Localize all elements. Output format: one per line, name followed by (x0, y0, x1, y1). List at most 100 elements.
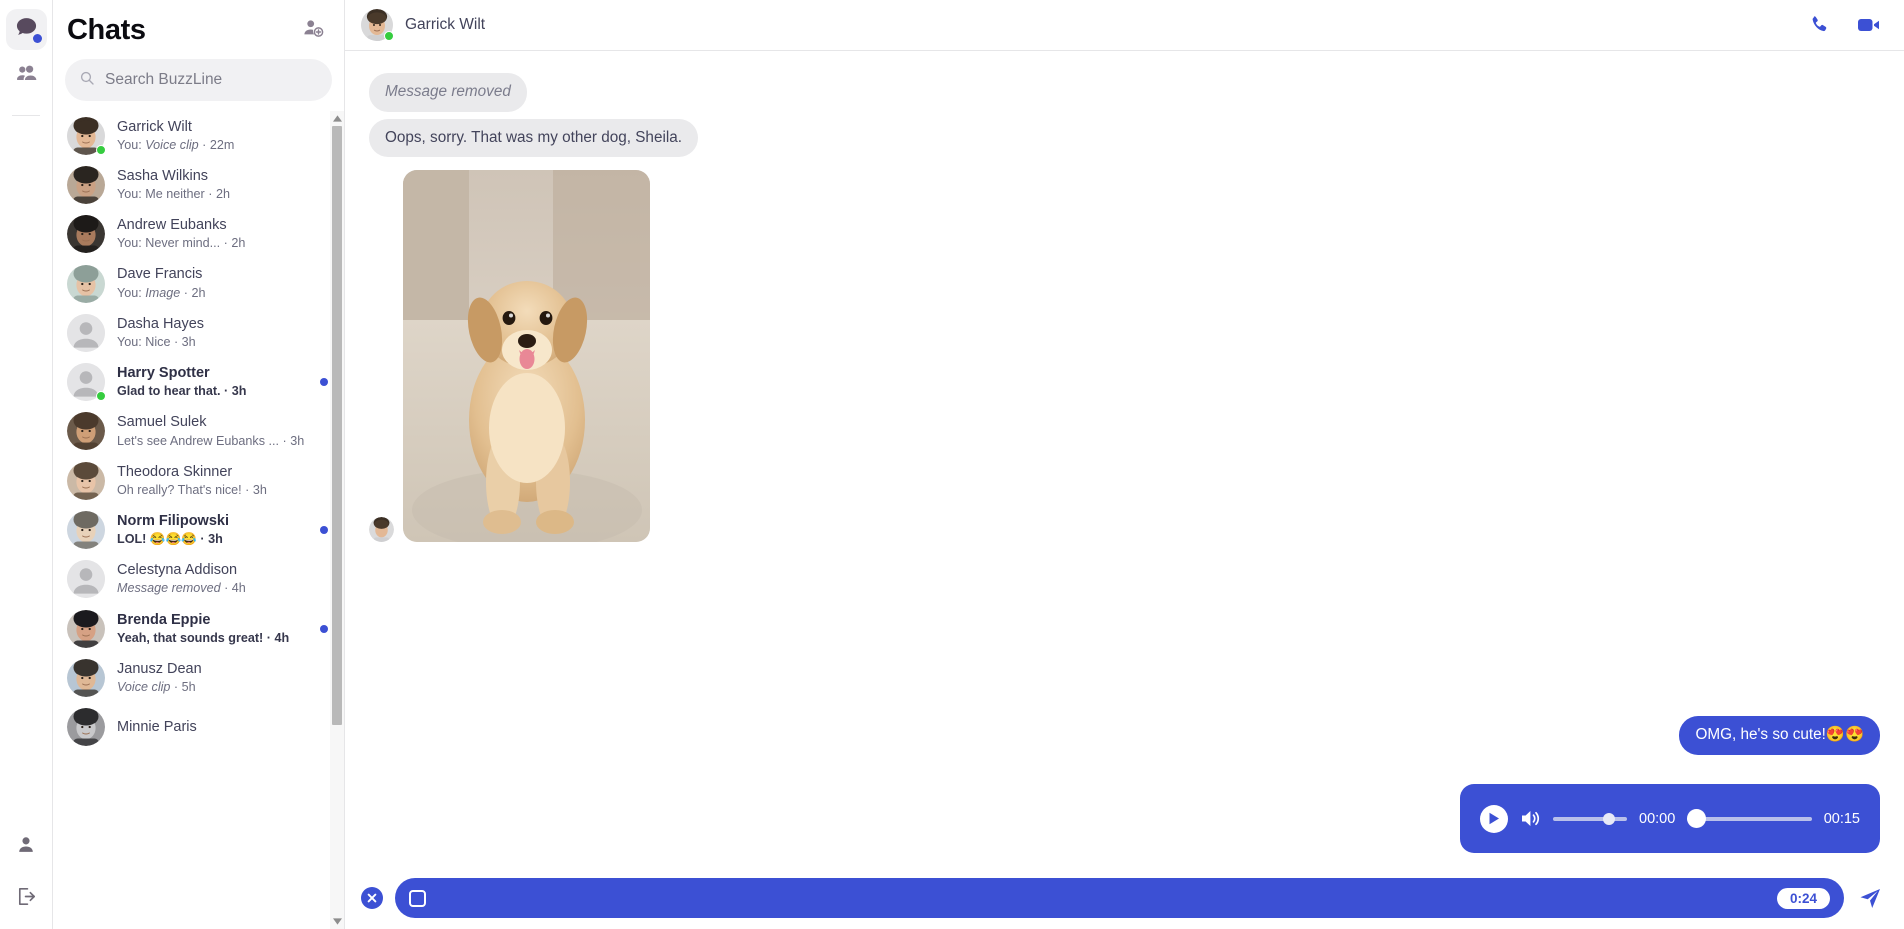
scrollbar-thumb[interactable] (332, 126, 342, 725)
phone-icon[interactable] (1808, 14, 1830, 36)
thread-text: Dasha Hayes You: Nice · 3h (117, 315, 330, 351)
thread-contact-name: Samuel Sulek (117, 414, 207, 431)
avatar (67, 658, 105, 697)
close-circle-icon[interactable] (361, 887, 383, 909)
thread-avatar (67, 609, 105, 648)
person-icon (15, 834, 37, 861)
chat-thread-item[interactable]: Garrick Wilt You: Voice clip · 22m (53, 111, 344, 160)
thread-contact-name: Brenda Eppie (117, 611, 211, 628)
video-camera-icon[interactable] (1856, 12, 1882, 38)
search-placeholder: Search BuzzLine (105, 71, 223, 88)
thread-contact-name: Andrew Eubanks (117, 217, 227, 234)
chat-thread-item[interactable]: Norm Filipowski LOL! 😂😂😂 · 3h (53, 505, 344, 554)
rail-divider (12, 115, 40, 116)
thread-unread-dot (320, 624, 328, 633)
logout-icon (15, 885, 38, 913)
chat-thread-item[interactable]: Theodora Skinner Oh really? That's nice! … (53, 456, 344, 505)
search-input[interactable]: Search BuzzLine (65, 59, 332, 101)
thread-avatar (67, 116, 106, 155)
chat-thread-item[interactable]: Celestyna Addison Message removed · 4h (53, 555, 344, 604)
chat-thread-item[interactable]: Samuel Sulek Let's see Andrew Eubanks ...… (53, 407, 344, 456)
thread-contact-name: Minnie Paris (117, 719, 197, 736)
conversation-avatar[interactable] (361, 9, 394, 41)
online-status-dot (384, 31, 394, 41)
rail-item-profile[interactable] (6, 827, 47, 868)
thread-avatar (67, 511, 105, 550)
thread-text: Brenda Eppie Yeah, that sounds great! · 4… (117, 611, 308, 647)
thread-contact-name: Sasha Wilkins (117, 167, 209, 184)
chat-thread-item[interactable]: Harry Spotter Glad to hear that. · 3h (53, 357, 344, 406)
scroll-down-arrow[interactable] (330, 914, 344, 929)
thread-contact-name: Janusz Dean (117, 660, 202, 677)
chats-unread-badge (32, 34, 42, 43)
thread-contact-name: Garrick Wilt (117, 118, 192, 135)
page-title: Chats (67, 14, 146, 46)
stop-recording-icon[interactable] (409, 889, 426, 907)
audio-seek-slider[interactable] (1687, 808, 1812, 828)
audio-player[interactable]: 00:00 00:15 (1460, 784, 1880, 853)
message-row: OMG, he's so cute!😍😍 (345, 716, 1904, 755)
thread-text: Andrew Eubanks You: Never mind... · 2h (117, 216, 330, 252)
add-person-icon[interactable] (302, 17, 324, 44)
message-image-dog[interactable] (403, 170, 650, 543)
chat-thread-item[interactable]: Dasha Hayes You: Nice · 3h (53, 308, 344, 357)
thread-avatar (67, 264, 105, 303)
thread-unread-dot (320, 378, 328, 387)
avatar (67, 412, 105, 451)
scroll-up-arrow[interactable] (330, 111, 344, 126)
thread-text: Samuel Sulek Let's see Andrew Eubanks ...… (117, 413, 330, 449)
thread-preview: You: Nice · 3h (117, 334, 196, 349)
rail-item-contacts[interactable] (6, 56, 47, 97)
avatar (67, 264, 105, 303)
thread-text: Dave Francis You: Image · 2h (117, 265, 330, 301)
people-icon (14, 62, 38, 91)
avatar (67, 609, 105, 648)
rail-item-logout[interactable] (6, 878, 47, 919)
thread-contact-name: Norm Filipowski (117, 512, 229, 529)
thread-preview: You: Never mind... · 2h (117, 236, 246, 251)
thread-text: Celestyna Addison Message removed · 4h (117, 561, 330, 597)
audio-current-time: 00:00 (1639, 810, 1676, 827)
online-status-dot (96, 144, 106, 155)
send-icon[interactable] (1858, 886, 1882, 910)
avatar (67, 313, 105, 352)
avatar (67, 708, 105, 747)
message-bubble: Oops, sorry. That was my other dog, Shei… (369, 118, 699, 158)
volume-knob[interactable] (1603, 812, 1616, 825)
audio-total-time: 00:15 (1823, 810, 1860, 827)
thread-avatar (67, 461, 105, 500)
chat-thread-item[interactable]: Minnie Paris (53, 703, 344, 752)
conversation-contact-name: Garrick Wilt (405, 16, 486, 33)
thread-preview: Voice clip · 5h (117, 679, 196, 694)
audio-seek-knob[interactable] (1687, 808, 1707, 828)
chat-thread-list[interactable]: Garrick Wilt You: Voice clip · 22m Sasha … (53, 111, 344, 929)
thread-text: Janusz Dean Voice clip · 5h (117, 660, 330, 696)
rail-item-chats[interactable] (5, 9, 47, 50)
chat-thread-item[interactable]: Sasha Wilkins You: Me neither · 2h (53, 160, 344, 209)
avatar (67, 461, 105, 500)
chat-thread-item[interactable]: Dave Francis You: Image · 2h (53, 259, 344, 308)
thread-avatar (67, 215, 105, 254)
play-icon[interactable] (1480, 804, 1508, 833)
thread-preview: Message removed · 4h (117, 581, 246, 596)
thread-text: Harry Spotter Glad to hear that. · 3h (117, 364, 308, 400)
chat-thread-item[interactable]: Brenda Eppie Yeah, that sounds great! · 4… (53, 604, 344, 653)
thread-contact-name: Theodora Skinner (117, 463, 233, 480)
chat-thread-item[interactable]: Andrew Eubanks You: Never mind... · 2h (53, 210, 344, 259)
online-status-dot (96, 391, 106, 402)
thread-avatar (67, 363, 106, 402)
chat-thread-item[interactable]: Janusz Dean Voice clip · 5h (53, 653, 344, 702)
message-list: Message removed Oops, sorry. That was my… (345, 51, 1904, 867)
chat-list-header: Chats (53, 0, 344, 53)
recording-timer: 0:24 (1776, 887, 1830, 909)
conversation-actions (1808, 12, 1882, 38)
volume-icon[interactable] (1520, 809, 1541, 828)
scrollbar-track[interactable] (332, 126, 342, 914)
thread-avatar (67, 165, 105, 204)
thread-avatar (67, 313, 105, 352)
thread-preview: You: Me neither · 2h (117, 187, 230, 202)
volume-slider[interactable] (1553, 812, 1627, 825)
chat-list-scrollbar[interactable] (330, 111, 344, 929)
recording-bar[interactable]: 0:24 (395, 878, 1844, 918)
avatar (67, 560, 105, 599)
